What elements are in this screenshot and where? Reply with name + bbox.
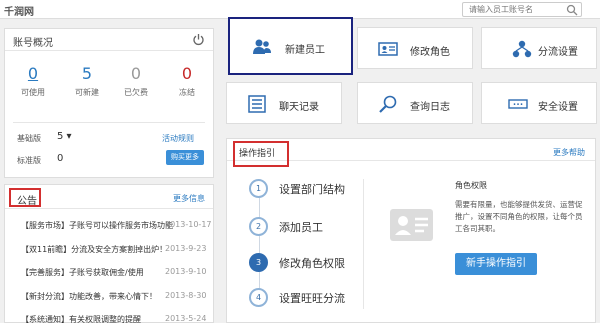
tile-security-settings[interactable]: ••• 安全设置 [481,82,597,124]
news-item[interactable]: 【服务市场】子账号可以操作服务市场功能 [21,220,173,231]
step-number: 4 [249,288,268,307]
password-icon: ••• [508,99,528,109]
news-item[interactable]: 【完善服务】子账号获取佣金/使用 [21,267,144,278]
stat-label: 已欠费 [124,88,148,97]
stat-label: 可新建 [75,88,99,97]
step-number: 2 [249,217,268,236]
stat-value[interactable]: 0 [8,64,58,83]
tile-label: 分流设置 [538,47,578,58]
news-item[interactable]: 【双11前瞻】分流及安全方案割掉出炉！ [21,244,167,255]
basic-edition-select[interactable]: 5 ▾ [57,131,72,142]
guide-heading: 角色权限 [455,181,487,190]
tile-edit-role[interactable]: 修改角色 [357,27,473,69]
notice-panel-header: 公告 更多信息 [5,185,213,209]
id-card-icon [378,42,398,56]
chat-record-icon [248,95,266,113]
stat-available[interactable]: 0 可使用 [8,64,58,98]
stat-creatable: 5 可新建 [62,64,112,98]
stat-value: 0 [181,64,193,83]
news-item[interactable]: 【系统通知】有关权限调整的提醒 [21,314,141,323]
account-overview-panel: 账号概况 0 可使用 5 可新建 0 已欠费 0 冻结 基础版 5 ▾ 活动规则… [4,28,214,178]
stat-overdue: 0 已欠费 [111,64,161,98]
news-date: 2013-8-30 [165,291,207,300]
tile-label: 查询日志 [410,102,450,113]
logo: 千润网 [4,7,34,18]
guide-title: 操作指引 [239,149,276,159]
step-label: 设置部门结构 [279,183,345,196]
standard-edition-label: 标准版 [17,156,41,165]
operation-guide-panel: 操作指引 更多帮助 1 设置部门结构 2 添加员工 3 修改角色权限 4 设置旺… [226,138,596,323]
notice-panel: 公告 更多信息 【服务市场】子账号可以操作服务市场功能 2013-10-17 【… [4,184,214,323]
tile-label: 聊天记录 [279,102,319,113]
search-icon[interactable] [566,4,578,16]
search-log-icon [379,95,397,113]
guide-panel-header: 操作指引 更多帮助 [227,139,595,167]
beginner-guide-button[interactable]: 新手操作指引 [455,253,537,275]
users-icon [253,39,271,54]
tile-routing-settings[interactable]: 分流设置 [481,27,597,69]
tile-query-log[interactable]: 查询日志 [357,82,473,124]
divider [363,179,364,309]
step-label: 添加员工 [279,221,323,234]
search-box[interactable] [462,2,582,17]
step-number: 3 [249,253,268,272]
stat-frozen: 0 冻结 [162,64,212,98]
more-help-link[interactable]: 更多帮助 [553,147,585,158]
more-info-link[interactable]: 更多信息 [173,193,205,204]
tile-label: 安全设置 [538,102,578,113]
tile-label: 新建员工 [285,45,325,56]
stat-value: 0 [130,64,142,83]
account-panel-header: 账号概况 [5,29,213,51]
account-title: 账号概况 [13,38,53,49]
news-item[interactable]: 【新封分流】功能改善，带来心情下！ [21,291,157,302]
tile-new-employee[interactable]: 新建员工 [228,17,353,75]
contact-card-icon [390,209,433,241]
stat-label: 冻结 [179,88,195,97]
tile-label: 修改角色 [410,47,450,58]
account-stats: 0 可使用 5 可新建 0 已欠费 0 冻结 [5,64,215,114]
notice-title: 公告 [17,196,37,207]
news-date: 2013-9-10 [165,267,207,276]
basic-edition-label: 基础版 [17,134,41,143]
guide-description: 需要有限量，也能够提供发货、运营促推广，设置不同角色的权限，让每个员工各司其职。 [455,200,583,233]
steps-connector [259,182,260,300]
network-icon [512,40,532,58]
svg-text:•••: ••• [513,102,524,109]
power-icon[interactable] [192,33,205,46]
tile-chat-records[interactable]: 聊天记录 [226,82,342,124]
news-date: 2013-10-17 [165,220,212,229]
standard-edition-value: 0 [57,153,64,164]
news-date: 2013-9-23 [165,244,207,253]
buy-more-button[interactable]: 购买更多 [166,150,204,165]
step-label: 设置旺旺分流 [279,292,345,305]
step-label: 修改角色权限 [279,257,345,270]
divider [13,122,205,123]
step-number: 1 [249,179,268,198]
standard-edition-row: 标准版 0 [17,153,63,166]
basic-edition-row: 基础版 5 ▾ [17,131,72,144]
stat-label: 可使用 [21,88,45,97]
news-date: 2013-5-24 [165,314,207,323]
search-input[interactable] [463,3,563,16]
stat-value: 5 [81,64,93,83]
activity-rules-link[interactable]: 活动规则 [162,133,194,144]
